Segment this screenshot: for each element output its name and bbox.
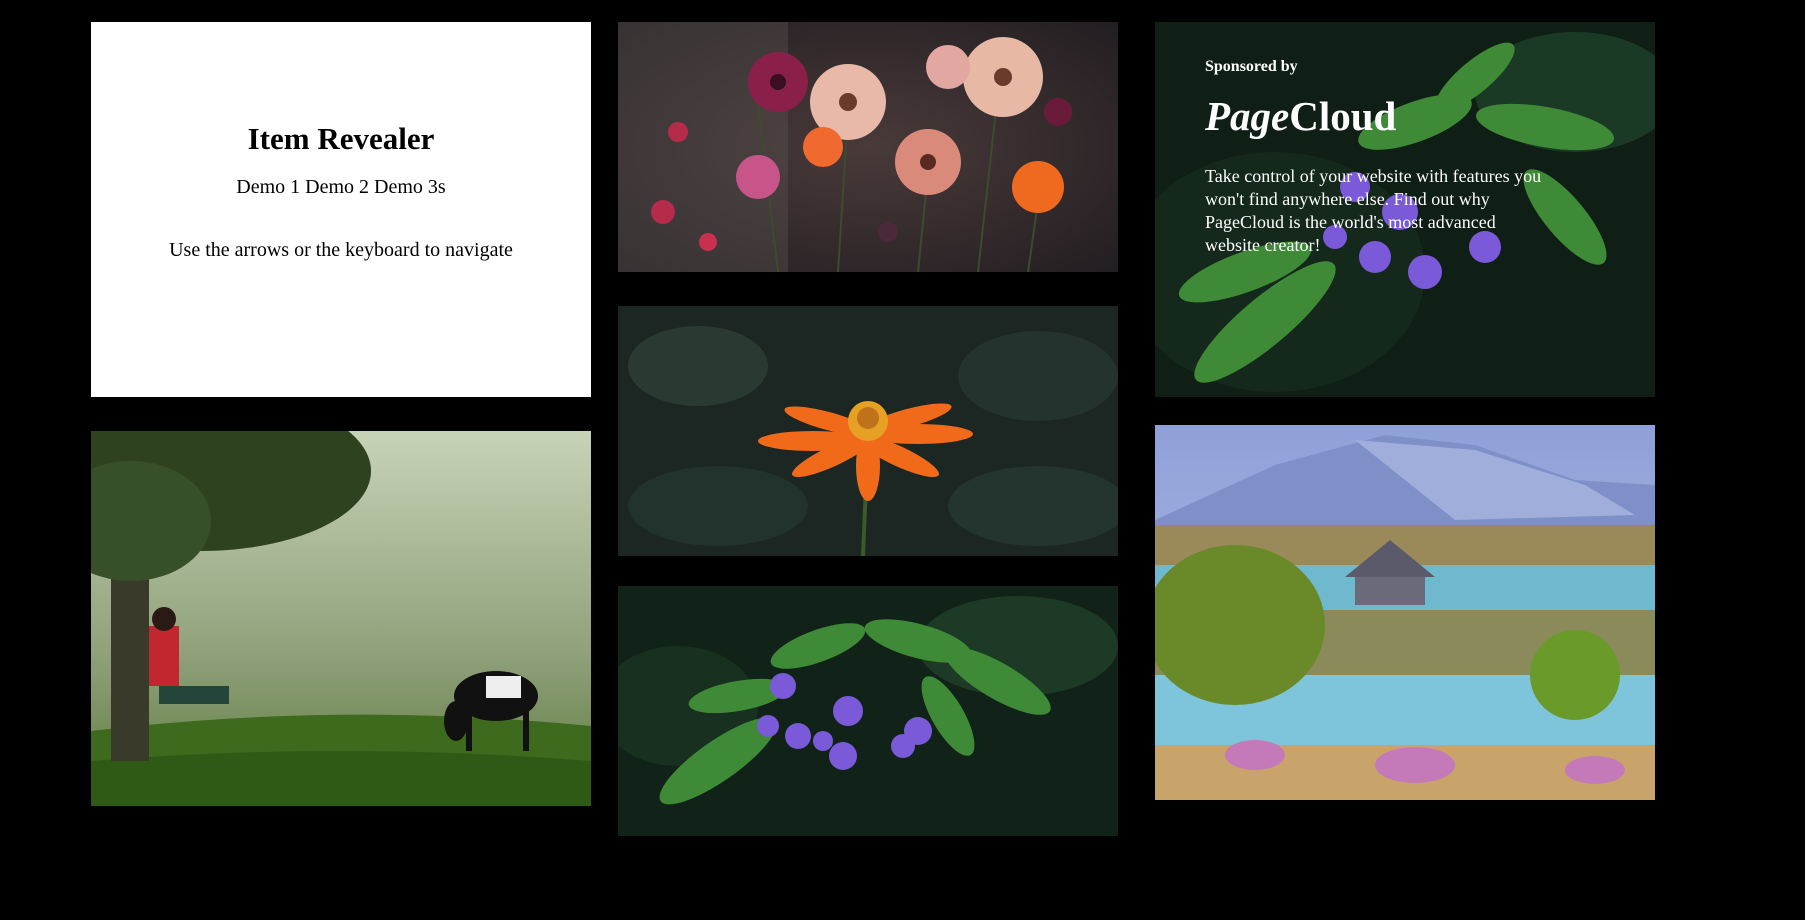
navigation-hint: Use the arrows or the keyboard to naviga… (169, 239, 513, 261)
sponsor-blurb: Take control of your website with featur… (1205, 166, 1542, 255)
lake-photo (1155, 425, 1655, 800)
sponsor-card[interactable]: Sponsored by PageCloud Take control of y… (1155, 22, 1655, 397)
demo-1-link[interactable]: Demo 1 (236, 176, 300, 198)
meadow-photo (91, 431, 591, 806)
sponsor-logo-part1: Page (1205, 93, 1290, 139)
sponsored-by-label: Sponsored by (1205, 58, 1298, 75)
intro-card: Item Revealer Demo 1 Demo 2 Demo 3s Use … (91, 22, 591, 397)
sponsor-overlay: Sponsored by PageCloud Take control of y… (1205, 58, 1545, 257)
grid-item-dahlias-image[interactable] (618, 22, 1118, 272)
page-title: Item Revealer (247, 121, 435, 156)
dahlias-photo (618, 22, 1118, 272)
grid-item-lilac-image[interactable] (618, 586, 1118, 836)
demo-2-link[interactable]: Demo 2 (305, 176, 369, 198)
lilac-photo (618, 586, 1118, 836)
grid-item-meadow-image[interactable] (91, 431, 591, 806)
grid-item-cosmos-image[interactable] (618, 306, 1118, 556)
grid-item-lake-image[interactable] (1155, 425, 1655, 800)
sponsor-logo-part2: Cloud (1289, 93, 1397, 139)
cosmos-photo (618, 306, 1118, 556)
demo-3-link[interactable]: Demo 3s (374, 176, 446, 198)
sponsor-logo[interactable]: PageCloud (1205, 96, 1545, 137)
demo-links: Demo 1 Demo 2 Demo 3s (91, 176, 591, 199)
